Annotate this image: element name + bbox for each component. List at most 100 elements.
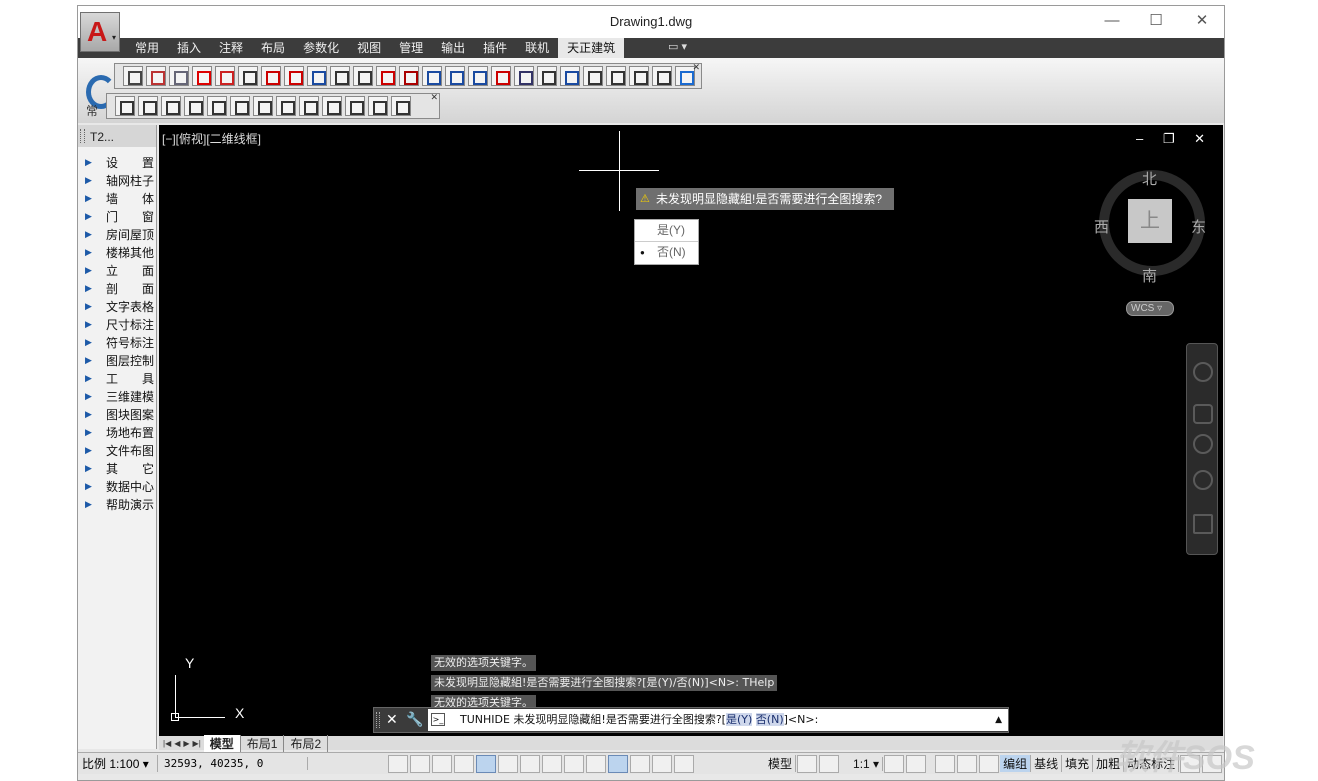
viewport-controls[interactable]: ‒ ❐ ✕ [1136,131,1213,147]
palette-item-file-layout[interactable]: ▶ 文件布图 [78,441,156,459]
door-double-icon[interactable] [253,96,273,116]
copy-tool-icon[interactable] [115,96,135,116]
room-icon[interactable] [422,66,442,86]
grid-tool-icon[interactable] [123,66,143,86]
maximize-button[interactable]: ☐ [1142,10,1170,32]
annotation-scale[interactable]: 1:1 ▾ [850,756,884,771]
layout-view-icon[interactable] [797,754,818,773]
axis-dim-icon[interactable] [215,66,235,86]
compass-north[interactable]: 北 [1142,168,1157,189]
zoom-icon[interactable] [1193,434,1213,454]
palette-item-section[interactable]: ▶ 剖 面 [78,279,156,297]
am-toggle-icon[interactable] [674,754,694,773]
auto-scale-icon[interactable] [906,754,927,773]
tab-layout2[interactable]: 布局2 [284,734,329,752]
palette-item-tools[interactable]: ▶ 工 具 [78,369,156,387]
list-icon[interactable] [345,96,365,116]
compass-south[interactable]: 南 [1142,265,1157,286]
command-prompt-icon[interactable]: >_ [431,713,445,726]
3d-osnap-toggle-icon[interactable] [498,754,518,773]
toolbar-close-icon[interactable]: ✕ [430,92,438,103]
quick-view-icon[interactable] [819,754,840,773]
snap-toggle-icon[interactable] [388,754,408,773]
stair-icon[interactable] [445,66,465,86]
palette-item-rooms-roofs[interactable]: ▶ 房间屋顶 [78,225,156,243]
orbit-icon[interactable] [1193,470,1213,490]
tab-plugins[interactable]: 插件 [474,38,516,58]
grid-toggle-icon[interactable] [410,754,430,773]
palette-item-stairs[interactable]: ▶ 楼梯其他 [78,243,156,261]
section-icon[interactable] [491,66,511,86]
palette-item-symbols[interactable]: ▶ 符号标注 [78,333,156,351]
application-menu-button[interactable]: A ▾ [80,12,120,52]
coordinates-readout[interactable]: 32593, 40235, 0 [158,757,308,770]
command-option-no[interactable]: 否(N) [755,713,784,726]
viewport-label[interactable]: [−][俯视][二维线框] [162,130,261,147]
drawing-canvas[interactable]: [−][俯视][二维线框] ‒ ❐ ✕ ⚠ 未发现明显隐藏組!是否需要进行全图搜… [159,125,1223,736]
tab-manage[interactable]: 管理 [390,38,432,58]
axis-grid-icon[interactable] [192,66,212,86]
door-right-icon[interactable] [230,96,250,116]
toggle-group[interactable]: 编组 [1000,755,1032,772]
history-up-icon[interactable]: ▲ [995,709,1002,731]
palette-item-axis-columns[interactable]: ▶ 轴网柱子 [78,171,156,189]
axis-label-icon[interactable] [238,66,258,86]
dimension-icon[interactable] [560,66,580,86]
model-space-label[interactable]: 模型 [765,755,797,772]
dyn-toggle-icon[interactable] [564,754,584,773]
first-tab-icon[interactable]: |◀ [163,739,171,748]
palette-item-site-layout[interactable]: ▶ 场地布置 [78,423,156,441]
tpy-toggle-icon[interactable] [608,754,628,773]
scale-selector[interactable]: 比例 1:100 ▾ [78,755,158,772]
window-left-icon[interactable] [276,96,296,116]
pan-hand-icon[interactable] [1193,404,1213,424]
toggle-baseline[interactable]: 基线 [1031,755,1063,772]
tab-online[interactable]: 联机 [516,38,558,58]
wcs-menu[interactable]: WCS ▿ [1126,301,1174,316]
door-icon[interactable] [376,66,396,86]
palette-item-others[interactable]: ▶ 其 它 [78,459,156,477]
wall-icon[interactable] [284,66,304,86]
wall-tee-icon[interactable] [330,66,350,86]
palette-item-3d-model[interactable]: ▶ 三维建模 [78,387,156,405]
palette-item-data-center[interactable]: ▶ 数据中心 [78,477,156,495]
showmotion-icon[interactable] [1193,514,1213,534]
ribbon-minimize-toggle[interactable]: ▭ ▾ [668,40,687,53]
ducs-toggle-icon[interactable] [542,754,562,773]
prev-tab-icon[interactable]: ◀ [174,739,180,748]
tab-home[interactable]: 常用 [126,38,168,58]
table-icon[interactable] [537,66,557,86]
minimize-button[interactable]: — [1098,10,1126,32]
tab-parametric[interactable]: 参数化 [294,38,348,58]
otrack-toggle-icon[interactable] [520,754,540,773]
stack-tool-icon[interactable] [184,96,204,116]
tab-layout[interactable]: 布局 [252,38,294,58]
wrench-icon[interactable]: 🔧 [406,711,423,728]
toggle-fill[interactable]: 填充 [1062,755,1094,772]
annotation-visibility-icon[interactable] [884,754,905,773]
command-option-yes[interactable]: 是(Y) [725,713,753,726]
window-icon[interactable] [353,66,373,86]
layer-tool-icon[interactable] [138,96,158,116]
palette-item-dimensions[interactable]: ▶ 尺寸标注 [78,315,156,333]
next-tab-icon[interactable]: ▶ [183,739,189,748]
command-line-grip[interactable] [376,712,380,728]
tab-annotate[interactable]: 注释 [210,38,252,58]
palette-item-blocks-patterns[interactable]: ▶ 图块图案 [78,405,156,423]
hatch-icon[interactable] [391,96,411,116]
palette-item-elevation[interactable]: ▶ 立 面 [78,261,156,279]
window-split-icon[interactable] [322,96,342,116]
tab-model[interactable]: 模型 [203,734,241,752]
close-button[interactable]: ✕ [1188,10,1216,32]
target-icon[interactable] [652,66,672,86]
qp-toggle-icon[interactable] [630,754,650,773]
layer-control-icon[interactable] [606,66,626,86]
palette-title[interactable]: T2... [78,125,156,147]
palette-item-walls[interactable]: ▶ 墙 体 [78,189,156,207]
sc-toggle-icon[interactable] [652,754,672,773]
lock-icon[interactable] [957,754,978,773]
command-close-icon[interactable]: ✕ [386,711,398,728]
window-right-icon[interactable] [299,96,319,116]
tab-output[interactable]: 输出 [432,38,474,58]
tab-insert[interactable]: 插入 [168,38,210,58]
